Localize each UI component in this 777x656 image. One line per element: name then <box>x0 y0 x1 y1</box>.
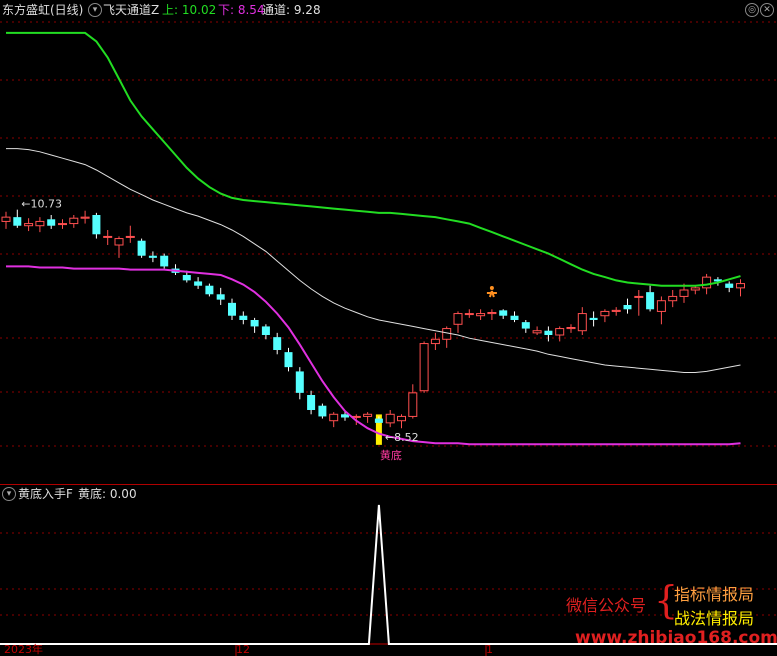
candle-body <box>205 285 214 295</box>
candle-body <box>577 313 587 332</box>
candle-body <box>92 215 101 235</box>
candle-body <box>611 309 621 312</box>
candle-body <box>499 310 508 316</box>
candle-body <box>487 312 497 315</box>
sub-indicator-value: 黄底: 0.00 <box>78 487 137 501</box>
x-axis-label-year: 2023年 <box>4 643 43 656</box>
upper-value: 上: 10.02 <box>162 3 217 17</box>
signal-label: 黄底 <box>380 448 402 462</box>
sub-header: ▾ 黄底入手F 黄底: 0.00 <box>0 485 600 503</box>
candle-body <box>736 283 745 289</box>
candle-body <box>1 216 11 222</box>
candle-body <box>430 338 440 345</box>
candle-body <box>307 395 316 410</box>
candle-body <box>679 289 689 297</box>
candle-body <box>363 413 373 417</box>
candle-body <box>216 294 225 300</box>
candle-body <box>148 255 157 258</box>
candle-body <box>273 337 282 350</box>
candle-body <box>69 217 79 225</box>
candles-layer <box>1 209 745 445</box>
candle-body <box>702 276 712 289</box>
price-chart: ←10.73 ←8.52 黄底 <box>0 21 777 656</box>
candle-body <box>103 235 113 238</box>
candle-body <box>35 220 45 227</box>
watermark-line1: 指标情报局 <box>674 585 755 604</box>
watermark-line2: 战法情报局 <box>674 609 755 628</box>
candle-body <box>13 217 22 226</box>
high-price-label: ←10.73 <box>21 198 62 211</box>
candle-body <box>318 405 327 417</box>
maximize-icon[interactable]: ◎ <box>745 3 759 17</box>
candle-body <box>453 313 463 325</box>
candle-body <box>589 317 598 320</box>
candle-body <box>329 413 339 422</box>
candle-body <box>668 295 678 302</box>
candle-body <box>250 320 259 327</box>
low-price-label: ←8.52 <box>385 431 419 444</box>
candle-body <box>634 295 644 298</box>
candle-body <box>47 219 56 226</box>
candle-body <box>419 343 429 392</box>
candle-body <box>385 413 395 424</box>
indicator-name[interactable]: 飞天通道Z <box>103 0 159 20</box>
candle-body <box>58 223 67 226</box>
candle-body <box>532 330 542 334</box>
candle-body <box>24 223 34 227</box>
sub-indicator-name[interactable]: 黄底入手F <box>18 485 73 503</box>
candle-body <box>566 327 576 330</box>
candle-body <box>555 328 565 336</box>
candle-body <box>284 352 293 368</box>
candle-body <box>182 275 191 281</box>
candle-body <box>646 292 655 310</box>
x-axis-label-dec: 12 <box>236 643 250 656</box>
stock-title[interactable]: 东方盛虹(日线) <box>2 0 83 20</box>
annotation-layer: ←10.73 ←8.52 黄底 <box>21 198 497 462</box>
upper-channel-line <box>6 31 741 287</box>
candle-body <box>194 281 203 286</box>
x-axis-label-jan: 1 <box>486 643 493 656</box>
sub-indicator-menu-icon[interactable]: ▾ <box>2 487 16 501</box>
candle-body <box>510 315 519 320</box>
watermark-url: www.zhibiao168.com <box>575 628 777 648</box>
chart-grid <box>0 21 777 656</box>
candle-body <box>261 326 270 335</box>
candle-body <box>125 235 135 238</box>
candle-body <box>656 300 666 312</box>
candle-body <box>408 392 418 417</box>
close-icon[interactable]: ✕ <box>760 3 774 17</box>
candle-body <box>476 313 486 317</box>
candle-body <box>374 418 383 423</box>
signal-spike-line <box>0 504 777 645</box>
candle-body <box>600 310 610 317</box>
runner-body <box>486 290 497 298</box>
candle-body <box>521 322 530 329</box>
candle-body <box>239 315 248 320</box>
candle-body <box>137 240 146 256</box>
candle-body <box>544 330 553 335</box>
indicator-menu-icon[interactable]: ▾ <box>88 3 102 17</box>
runner-head <box>489 286 494 290</box>
chart-header: 东方盛虹(日线) ▾ 飞天通道Z 上: 10.02 下: 8.54 通道: 9.… <box>0 0 777 20</box>
runner-icon <box>486 286 497 298</box>
candle-body <box>725 283 734 288</box>
candle-body <box>228 302 236 316</box>
mid-channel-line <box>6 148 741 373</box>
sub-indicator-layer <box>0 504 777 645</box>
channel-value: 通道: 9.28 <box>262 3 321 17</box>
candle-body <box>295 371 304 393</box>
candle-body <box>397 415 406 422</box>
watermark-wechat: 微信公众号 <box>566 596 647 615</box>
candle-body <box>160 255 169 267</box>
candle-body <box>623 305 632 310</box>
lower-channel-line <box>6 265 741 446</box>
lower-value: 下: 8.54 <box>218 3 265 17</box>
candle-body <box>80 216 90 219</box>
candle-body <box>464 313 474 316</box>
candle-body <box>114 238 124 246</box>
candle-body <box>690 287 700 291</box>
